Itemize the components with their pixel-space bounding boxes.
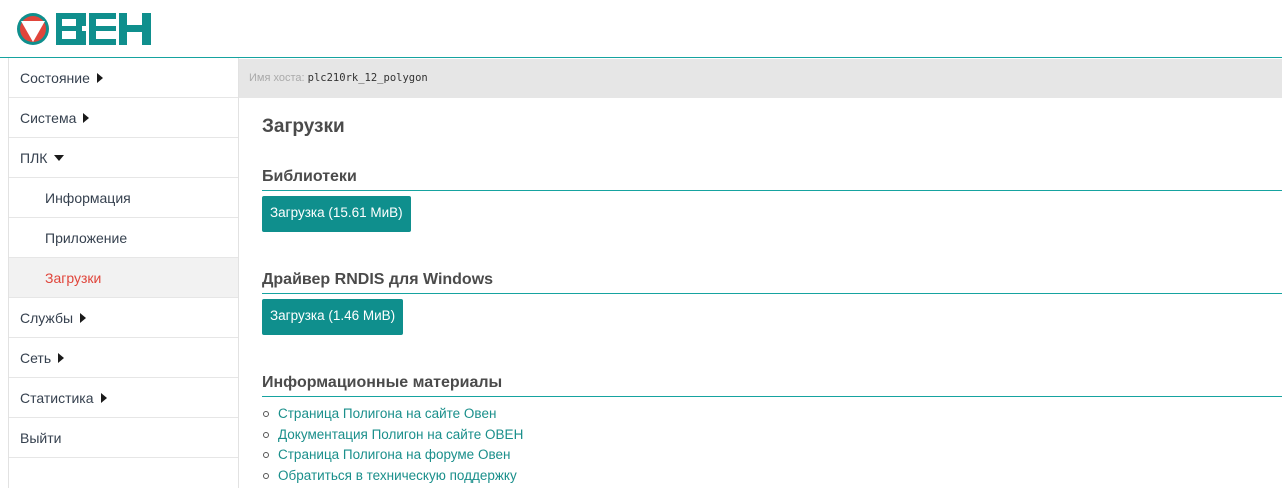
sidebar-item-label: Статистика (20, 389, 94, 406)
sidebar-item-plc[interactable]: ПЛК (9, 138, 238, 178)
caret-right-icon (58, 352, 65, 363)
link-tech-support[interactable]: Обратиться в техническую поддержку (262, 466, 1282, 487)
link-text[interactable]: Страница Полигона на форуме Овен (278, 445, 510, 466)
sidebar-item-application[interactable]: Приложение (9, 218, 238, 258)
sidebar-item-downloads[interactable]: Загрузки (9, 258, 238, 298)
sidebar-item-info[interactable]: Информация (9, 178, 238, 218)
caret-right-icon (100, 392, 107, 403)
libraries-section: Библиотеки Загрузка (15.61 МиВ) (262, 164, 1282, 232)
sidebar-item-network[interactable]: Сеть (9, 338, 238, 378)
hostname-bar: Имя хоста: plc210rk_12_polygon (239, 59, 1282, 98)
link-text[interactable]: Обратиться в техническую поддержку (278, 466, 517, 487)
sidebar-item-system[interactable]: Система (9, 98, 238, 138)
sidebar-item-statistics[interactable]: Статистика (9, 378, 238, 418)
link-polygon-docs[interactable]: Документация Полигон на сайте ОВЕН (262, 425, 1282, 446)
hostname-label: Имя хоста: (249, 72, 305, 84)
rndis-section: Драйвер RNDIS для Windows Загрузка (1.46… (262, 267, 1282, 335)
rndis-download-button[interactable]: Загрузка (1.46 МиВ) (262, 299, 404, 335)
link-polygon-forum[interactable]: Страница Полигона на форуме Овен (262, 445, 1282, 466)
section-title: Драйвер RNDIS для Windows (262, 267, 1282, 294)
sidebar-nav: Состояние Система ПЛК Информация Приложе… (8, 58, 239, 488)
caret-right-icon (80, 312, 87, 323)
caret-down-icon (54, 154, 65, 161)
header (0, 0, 1282, 58)
libraries-download-button[interactable]: Загрузка (15.61 МиВ) (262, 196, 411, 232)
hostname-value: plc210rk_12_polygon (307, 72, 428, 84)
sidebar-item-label: Выйти (20, 429, 62, 446)
sidebar-item-label: Сеть (20, 349, 52, 366)
sidebar-item-services[interactable]: Службы (9, 298, 238, 338)
page-title: Загрузки (262, 116, 345, 137)
caret-right-icon (96, 72, 103, 83)
sidebar-item-label: Приложение (45, 229, 128, 246)
circle-bullet-icon (263, 472, 269, 479)
circle-bullet-icon (263, 411, 269, 418)
sidebar-item-status[interactable]: Состояние (9, 58, 238, 98)
section-title: Информационные материалы (262, 370, 1282, 397)
caret-right-icon (83, 112, 90, 123)
circle-bullet-icon (263, 452, 269, 459)
sidebar-item-label: Информация (45, 189, 131, 206)
sidebar-item-label: ПЛК (20, 149, 48, 166)
circle-bullet-icon (263, 431, 269, 438)
oven-logo[interactable] (16, 12, 153, 46)
sidebar-item-label: Система (20, 109, 77, 126)
info-section: Информационные материалы Страница Полиго… (262, 370, 1282, 486)
sidebar-item-logout[interactable]: Выйти (9, 418, 238, 458)
sidebar-item-label: Состояние (20, 69, 90, 86)
link-text[interactable]: Документация Полигон на сайте ОВЕН (278, 425, 523, 446)
oven-logo-graphic (17, 13, 151, 45)
sidebar-item-label: Загрузки (45, 269, 102, 286)
link-polygon-page[interactable]: Страница Полигона на сайте Овен (262, 404, 1282, 425)
link-text[interactable]: Страница Полигона на сайте Овен (278, 404, 496, 425)
section-title: Библиотеки (262, 164, 1282, 191)
sidebar-item-label: Службы (20, 309, 74, 326)
info-links-list: Страница Полигона на сайте Овен Документ… (262, 404, 1282, 486)
